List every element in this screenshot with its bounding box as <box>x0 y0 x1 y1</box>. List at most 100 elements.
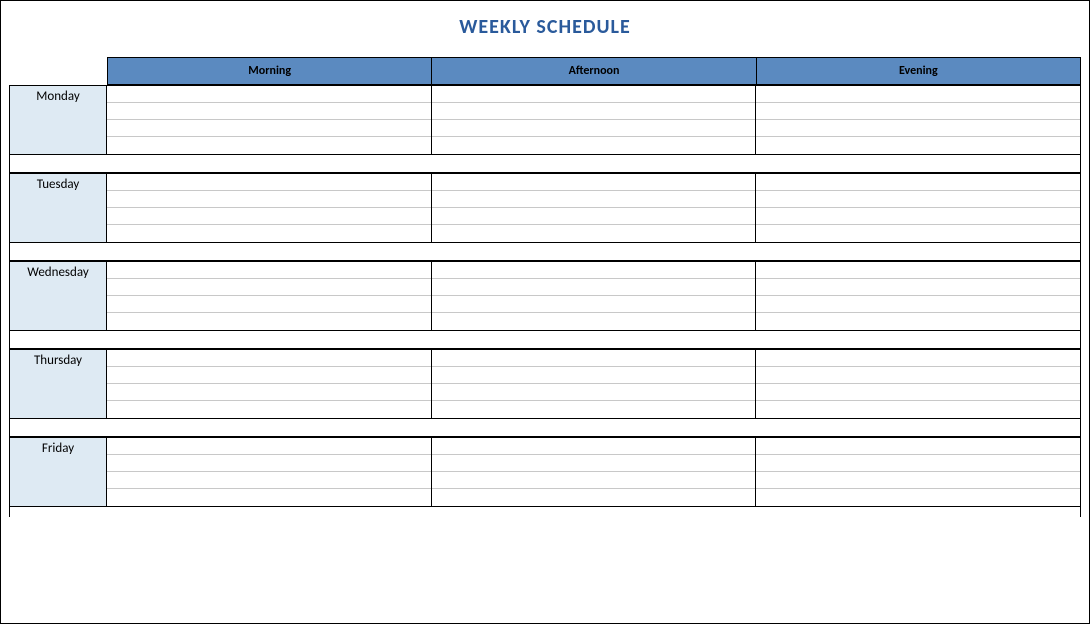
schedule-cell[interactable] <box>756 401 1080 418</box>
schedule-cell[interactable] <box>432 489 756 506</box>
schedule-cell[interactable] <box>756 120 1080 137</box>
schedule-cell[interactable] <box>756 225 1080 242</box>
schedule-cell[interactable] <box>432 279 756 296</box>
schedule-cell[interactable] <box>756 174 1080 191</box>
column-header-afternoon: Afternoon <box>432 57 756 85</box>
schedule-cell[interactable] <box>107 279 431 296</box>
day-grid <box>107 349 1081 419</box>
schedule-cell[interactable] <box>432 262 756 279</box>
schedule-cell[interactable] <box>432 191 756 208</box>
day-column-evening <box>756 437 1081 507</box>
day-label-friday: Friday <box>9 437 107 507</box>
schedule-cell[interactable] <box>432 137 756 154</box>
schedule-cell[interactable] <box>107 367 431 384</box>
day-column-afternoon <box>432 437 757 507</box>
schedule-cell[interactable] <box>756 191 1080 208</box>
schedule-cell[interactable] <box>107 208 431 225</box>
day-block-friday: Friday <box>9 437 1081 507</box>
schedule-cell[interactable] <box>756 208 1080 225</box>
day-column-morning <box>107 437 432 507</box>
schedule-cell[interactable] <box>756 296 1080 313</box>
schedule-cell[interactable] <box>432 174 756 191</box>
schedule-cell[interactable] <box>107 455 431 472</box>
day-block-monday: Monday <box>9 85 1081 155</box>
day-grid <box>107 173 1081 243</box>
day-column-evening <box>756 261 1081 331</box>
day-grid <box>107 437 1081 507</box>
days-container: Monday Tuesday Wednesday Thursday Friday <box>1 85 1089 517</box>
schedule-cell[interactable] <box>756 455 1080 472</box>
schedule-cell[interactable] <box>756 472 1080 489</box>
day-block-wednesday: Wednesday <box>9 261 1081 331</box>
day-column-afternoon <box>432 85 757 155</box>
schedule-cell[interactable] <box>432 401 756 418</box>
schedule-cell[interactable] <box>432 350 756 367</box>
schedule-cell[interactable] <box>107 225 431 242</box>
schedule-cell[interactable] <box>107 262 431 279</box>
page-title: WEEKLY SCHEDULE <box>1 1 1089 57</box>
day-spacer <box>9 331 1081 349</box>
day-column-morning <box>107 173 432 243</box>
schedule-cell[interactable] <box>432 455 756 472</box>
schedule-cell[interactable] <box>756 384 1080 401</box>
schedule-cell[interactable] <box>756 367 1080 384</box>
schedule-cell[interactable] <box>432 86 756 103</box>
schedule-cell[interactable] <box>756 86 1080 103</box>
schedule-cell[interactable] <box>432 120 756 137</box>
schedule-cell[interactable] <box>107 137 431 154</box>
schedule-cell[interactable] <box>432 296 756 313</box>
day-spacer <box>9 419 1081 437</box>
day-column-afternoon <box>432 349 757 419</box>
schedule-cell[interactable] <box>432 103 756 120</box>
schedule-cell[interactable] <box>756 103 1080 120</box>
column-header-evening: Evening <box>757 57 1081 85</box>
day-label-tuesday: Tuesday <box>9 173 107 243</box>
schedule-cell[interactable] <box>756 350 1080 367</box>
schedule-cell[interactable] <box>756 489 1080 506</box>
schedule-cell[interactable] <box>756 137 1080 154</box>
day-spacer <box>9 243 1081 261</box>
schedule-cell[interactable] <box>432 313 756 330</box>
day-label-monday: Monday <box>9 85 107 155</box>
day-column-afternoon <box>432 261 757 331</box>
schedule-cell[interactable] <box>107 350 431 367</box>
day-column-morning <box>107 349 432 419</box>
day-column-afternoon <box>432 173 757 243</box>
day-block-thursday: Thursday <box>9 349 1081 419</box>
schedule-cell[interactable] <box>107 296 431 313</box>
schedule-cell[interactable] <box>107 120 431 137</box>
schedule-cell[interactable] <box>107 438 431 455</box>
schedule-cell[interactable] <box>432 472 756 489</box>
schedule-cell[interactable] <box>107 384 431 401</box>
day-label-wednesday: Wednesday <box>9 261 107 331</box>
day-spacer <box>9 507 1081 517</box>
schedule-cell[interactable] <box>756 279 1080 296</box>
schedule-cell[interactable] <box>756 438 1080 455</box>
schedule-cell[interactable] <box>432 208 756 225</box>
day-block-tuesday: Tuesday <box>9 173 1081 243</box>
schedule-cell[interactable] <box>107 489 431 506</box>
schedule-cell[interactable] <box>107 174 431 191</box>
schedule-cell[interactable] <box>432 225 756 242</box>
schedule-cell[interactable] <box>756 262 1080 279</box>
day-grid <box>107 261 1081 331</box>
day-column-morning <box>107 261 432 331</box>
column-header-row: Morning Afternoon Evening <box>107 57 1081 85</box>
column-header-morning: Morning <box>107 57 432 85</box>
day-column-evening <box>756 85 1081 155</box>
schedule-cell[interactable] <box>107 472 431 489</box>
day-column-morning <box>107 85 432 155</box>
schedule-cell[interactable] <box>107 191 431 208</box>
schedule-cell[interactable] <box>107 86 431 103</box>
schedule-cell[interactable] <box>432 367 756 384</box>
day-spacer <box>9 155 1081 173</box>
schedule-cell[interactable] <box>107 103 431 120</box>
schedule-cell[interactable] <box>107 401 431 418</box>
schedule-cell[interactable] <box>107 313 431 330</box>
day-column-evening <box>756 349 1081 419</box>
day-column-evening <box>756 173 1081 243</box>
day-grid <box>107 85 1081 155</box>
schedule-cell[interactable] <box>432 438 756 455</box>
schedule-cell[interactable] <box>756 313 1080 330</box>
schedule-cell[interactable] <box>432 384 756 401</box>
